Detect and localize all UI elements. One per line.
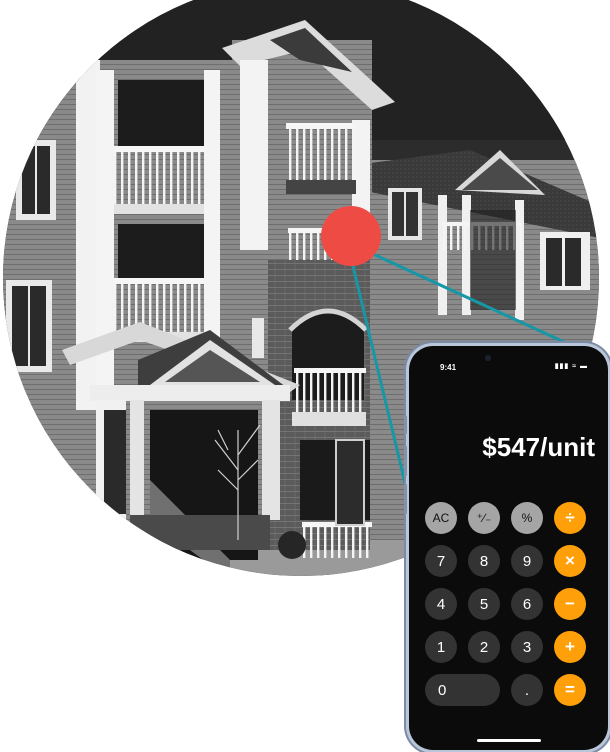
key-percent-button[interactable]: %	[511, 502, 543, 534]
phone-side-button	[404, 446, 407, 476]
phone-mockup: 9:41 ▮▮▮ ≈ ▬ $547/unit AC ⁺∕₋% ÷ 7 8 9 × 4 5 6− 1 2…	[404, 346, 608, 750]
key-plus-minus-button[interactable]: ⁺∕₋	[468, 502, 500, 534]
key-multiply-button[interactable]: ×	[554, 545, 586, 577]
calculator-keypad: AC ⁺∕₋% ÷ 7 8 9 × 4 5 6− 1 2 3 +0. =	[425, 502, 601, 706]
home-indicator[interactable]	[477, 739, 541, 742]
key-4-button[interactable]: 4	[425, 588, 457, 620]
key-0-button[interactable]: 0	[425, 674, 500, 706]
key-6-button[interactable]: 6	[511, 588, 543, 620]
key-equals-button[interactable]: =	[554, 674, 586, 706]
key-9-button[interactable]: 9	[511, 545, 543, 577]
camera-dot	[485, 355, 491, 361]
key-ac-button[interactable]: AC	[425, 502, 457, 534]
key-decimal-button[interactable]: .	[511, 674, 543, 706]
key-8-button[interactable]: 8	[468, 545, 500, 577]
calculator-display: $547/unit	[482, 432, 595, 462]
key-divide-button[interactable]: ÷	[554, 502, 586, 534]
key-3-button[interactable]: 3	[511, 631, 543, 663]
phone-side-button	[404, 416, 407, 434]
key-7-button[interactable]: 7	[425, 545, 457, 577]
key-5-button[interactable]: 5	[468, 588, 500, 620]
key-subtract-button[interactable]: −	[554, 588, 586, 620]
key-1-button[interactable]: 1	[425, 631, 457, 663]
key-2-button[interactable]: 2	[468, 631, 500, 663]
illustration: 9:41 ▮▮▮ ≈ ▬ $547/unit AC ⁺∕₋% ÷ 7 8 9 × 4 5 6− 1 2…	[0, 0, 610, 752]
status-time: 9:41	[440, 363, 457, 372]
key-add-button[interactable]: +	[554, 631, 586, 663]
phone-side-button	[404, 484, 407, 514]
status-icons: ▮▮▮ ≈ ▬	[554, 363, 588, 370]
